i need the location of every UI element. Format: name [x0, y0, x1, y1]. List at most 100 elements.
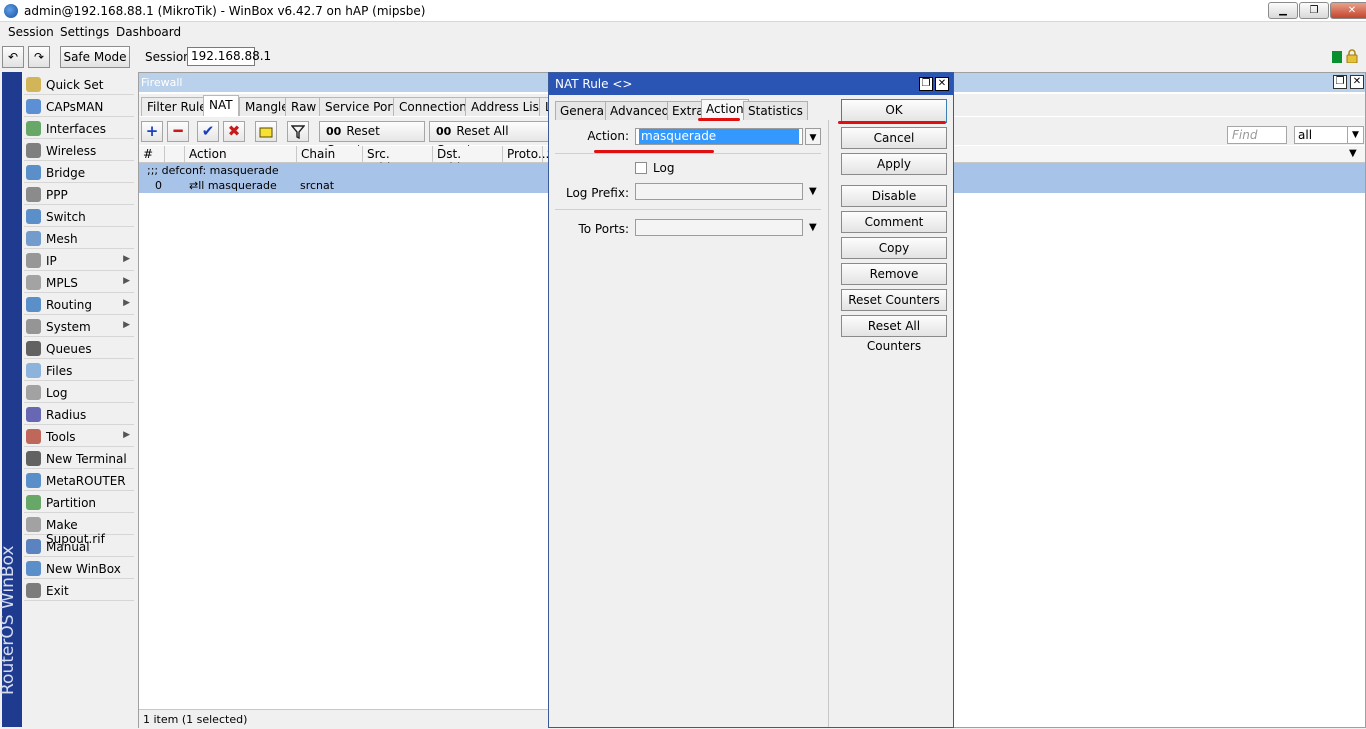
- partition-icon: [26, 495, 41, 510]
- column-number[interactable]: #: [139, 146, 165, 163]
- divider: [555, 209, 821, 210]
- filter-button[interactable]: [287, 121, 309, 142]
- window-titlebar: admin@192.168.88.1 (MikroTik) - WinBox v…: [0, 0, 1366, 22]
- menu-settings[interactable]: Settings: [60, 25, 109, 39]
- new-winbox-icon: [26, 561, 41, 576]
- remove-rule-button[interactable]: ━: [167, 121, 189, 142]
- firewall-close-button[interactable]: ✕: [1350, 75, 1364, 89]
- disable-rule-button[interactable]: ✖: [223, 121, 245, 142]
- sidebar-item-label: System: [46, 320, 91, 334]
- column-flags[interactable]: [165, 146, 185, 163]
- cancel-button[interactable]: Cancel: [841, 127, 947, 149]
- connection-status-icon: [1332, 51, 1342, 63]
- menu-session[interactable]: Session: [8, 25, 54, 39]
- sidebar-item-tools[interactable]: Tools ▶: [24, 426, 134, 447]
- sidebar-item-ppp[interactable]: PPP: [24, 184, 134, 205]
- tab-general[interactable]: General: [555, 101, 613, 120]
- ok-button[interactable]: OK: [841, 99, 947, 123]
- sidebar-item-partition[interactable]: Partition: [24, 492, 134, 513]
- sidebar-item-switch[interactable]: Switch: [24, 206, 134, 227]
- menu-dashboard[interactable]: Dashboard: [116, 25, 181, 39]
- sidebar-item-new-terminal[interactable]: New Terminal: [24, 448, 134, 469]
- reset-counters-dialog-button[interactable]: Reset Counters: [841, 289, 947, 311]
- firewall-maximize-button[interactable]: ❐: [1333, 75, 1347, 89]
- sidebar-item-system[interactable]: System ▶: [24, 316, 134, 337]
- annotation-underline-action-tab: [698, 118, 740, 121]
- tab-raw[interactable]: Raw: [285, 97, 323, 116]
- sidebar-item-quick-set[interactable]: Quick Set: [24, 74, 134, 95]
- chevron-down-icon[interactable]: ▼: [809, 186, 817, 197]
- column-dst-address[interactable]: Dst. Address: [433, 146, 503, 175]
- comment-rule-button[interactable]: [255, 121, 277, 142]
- dialog-close-button[interactable]: ✕: [935, 77, 949, 91]
- to-ports-label: To Ports:: [578, 222, 629, 236]
- sidebar-item-files[interactable]: Files: [24, 360, 134, 381]
- sidebar-item-label: CAPsMAN: [46, 100, 104, 114]
- chevron-down-icon[interactable]: ▼: [809, 222, 817, 233]
- filter-select[interactable]: all ▼: [1294, 126, 1364, 144]
- chevron-down-icon: ▼: [1347, 127, 1363, 143]
- sidebar-item-bridge[interactable]: Bridge: [24, 162, 134, 183]
- reset-counters-button[interactable]: 00Reset Counters: [319, 121, 425, 157]
- sidebar-item-label: Files: [46, 364, 73, 378]
- filter-icon: [290, 125, 306, 140]
- reset-all-counters-dialog-button[interactable]: Reset All Counters: [841, 315, 947, 353]
- action-dropdown-button[interactable]: ▼: [805, 128, 821, 145]
- apply-button[interactable]: Apply: [841, 153, 947, 175]
- counter-icon: 00: [326, 125, 342, 138]
- column-chain[interactable]: Chain: [297, 146, 363, 163]
- sidebar-item-interfaces[interactable]: Interfaces: [24, 118, 134, 139]
- tab-nat[interactable]: NAT: [203, 95, 239, 116]
- sidebar-item-routing[interactable]: Routing ▶: [24, 294, 134, 315]
- safe-mode-button[interactable]: Safe Mode: [60, 46, 130, 68]
- session-value: 192.168.88.1: [187, 47, 271, 66]
- capsman-icon: [26, 99, 41, 114]
- sidebar-item-new-winbox[interactable]: New WinBox: [24, 558, 134, 579]
- action-select[interactable]: masquerade: [635, 128, 803, 145]
- divider: [555, 153, 821, 154]
- sidebar-item-metarouter[interactable]: MetaROUTER: [24, 470, 134, 491]
- sidebar-item-capsman[interactable]: CAPsMAN: [24, 96, 134, 117]
- sidebar-item-radius[interactable]: Radius: [24, 404, 134, 425]
- sidebar-item-mesh[interactable]: Mesh: [24, 228, 134, 249]
- tab-statistics[interactable]: Statistics: [743, 101, 808, 120]
- sidebar-item-label: New WinBox: [46, 562, 121, 576]
- routing-icon: [26, 297, 41, 312]
- to-ports-input[interactable]: [635, 219, 803, 236]
- terminal-icon: [26, 451, 41, 466]
- sidebar-item-wireless[interactable]: Wireless: [24, 140, 134, 161]
- find-input[interactable]: Find: [1227, 126, 1287, 144]
- queues-icon: [26, 341, 41, 356]
- log-prefix-input[interactable]: [635, 183, 803, 200]
- reset-all-counters-button[interactable]: 00Reset All Counters: [429, 121, 549, 157]
- copy-button[interactable]: Copy: [841, 237, 947, 259]
- sidebar-item-exit[interactable]: Exit: [24, 580, 134, 601]
- log-checkbox[interactable]: [635, 162, 647, 174]
- sidebar-item-ip[interactable]: IP ▶: [24, 250, 134, 271]
- close-window-button[interactable]: ✕: [1330, 2, 1366, 19]
- maximize-button[interactable]: ❐: [1299, 2, 1329, 19]
- sidebar-item-label: Partition: [46, 496, 97, 510]
- bridge-icon: [26, 165, 41, 180]
- undo-button[interactable]: ↶: [2, 46, 24, 68]
- disable-button[interactable]: Disable: [841, 185, 947, 207]
- redo-button[interactable]: ↷: [28, 46, 50, 68]
- column-src-address[interactable]: Src. Address: [363, 146, 433, 175]
- sidebar-item-mpls[interactable]: MPLS ▶: [24, 272, 134, 293]
- column-protocol[interactable]: Proto...: [503, 146, 549, 163]
- sidebar-item-queues[interactable]: Queues: [24, 338, 134, 359]
- minimize-button[interactable]: ▁: [1268, 2, 1298, 19]
- enable-rule-button[interactable]: ✔: [197, 121, 219, 142]
- column-action[interactable]: Action: [185, 146, 297, 163]
- add-rule-button[interactable]: +: [141, 121, 163, 142]
- columns-menu-icon[interactable]: ▼: [1349, 148, 1357, 159]
- sidebar-item-log[interactable]: Log: [24, 382, 134, 403]
- note-icon: [259, 127, 273, 138]
- tab-advanced[interactable]: Advanced: [605, 101, 675, 120]
- dialog-maximize-button[interactable]: ❐: [919, 77, 933, 91]
- remove-button[interactable]: Remove: [841, 263, 947, 285]
- sidebar-item-manual[interactable]: Manual: [24, 536, 134, 557]
- comment-button[interactable]: Comment: [841, 211, 947, 233]
- tab-action[interactable]: Action: [701, 99, 749, 120]
- sidebar-item-make-supout-rif[interactable]: Make Supout.rif: [24, 514, 134, 546]
